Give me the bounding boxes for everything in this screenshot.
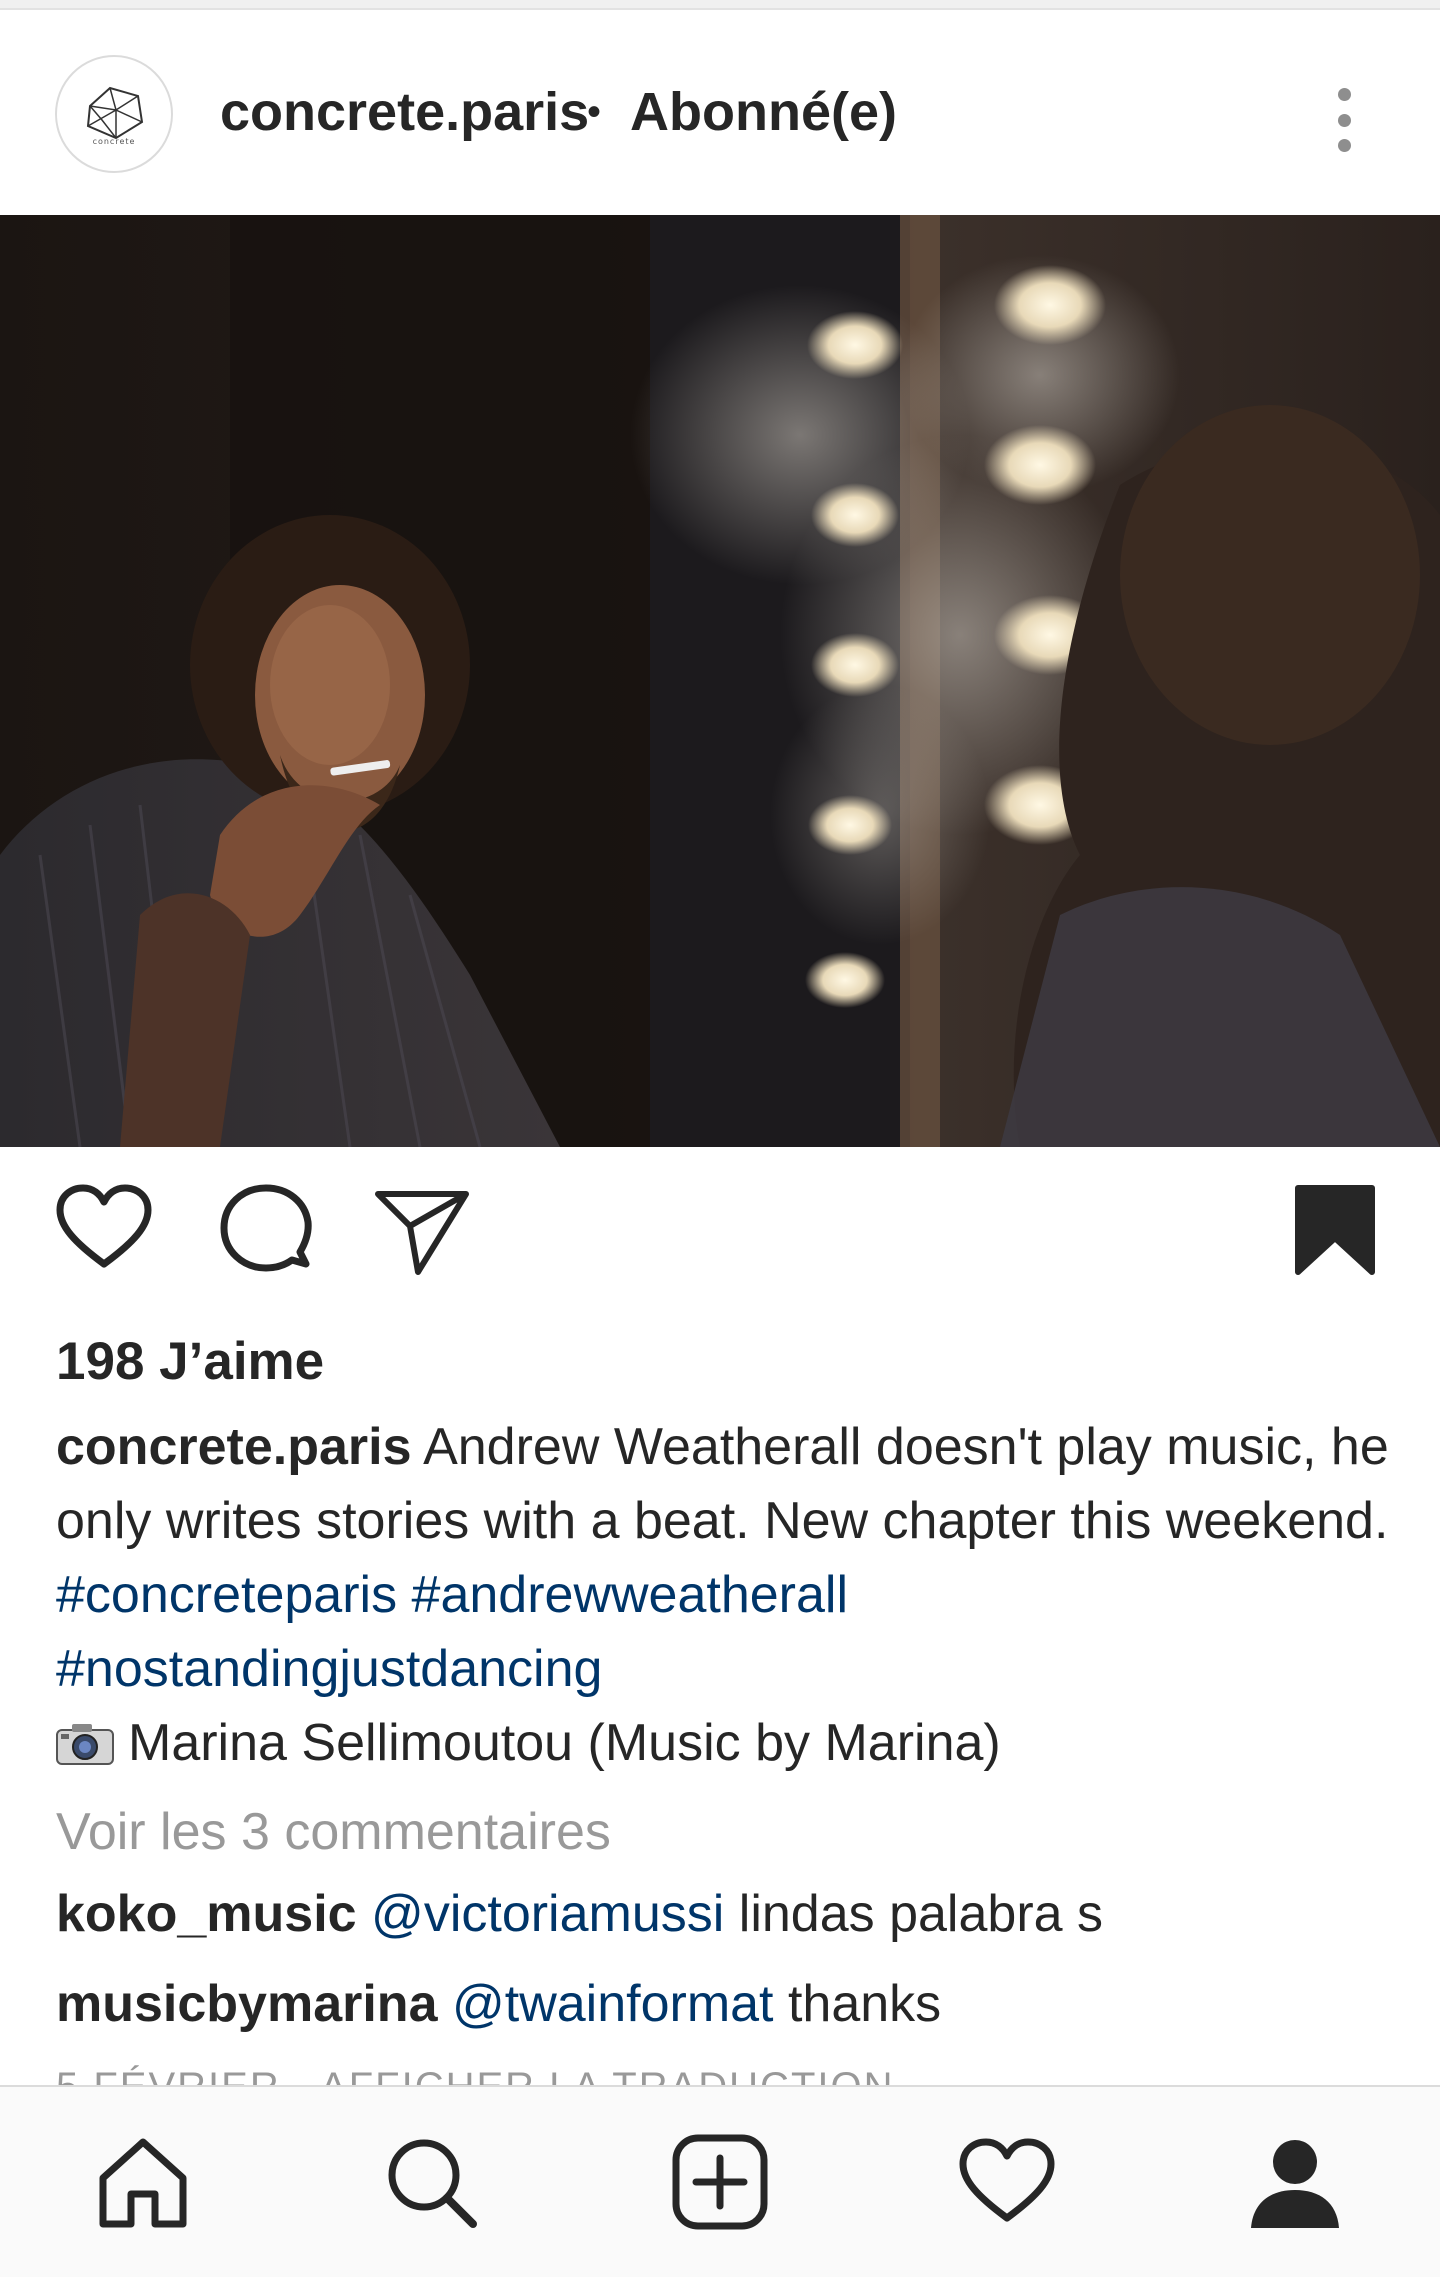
add-icon bbox=[672, 2134, 768, 2230]
comment-mention[interactable]: @victoriamussi bbox=[371, 1885, 724, 1943]
post-actions bbox=[0, 1180, 1440, 1300]
post-username[interactable]: concrete.paris bbox=[220, 80, 589, 144]
bottom-navigation bbox=[0, 2085, 1440, 2277]
caption-username[interactable]: concrete.paris bbox=[56, 1418, 412, 1476]
hashtag[interactable]: #concreteparis bbox=[56, 1566, 397, 1624]
bookmark-icon[interactable] bbox=[1288, 1180, 1382, 1280]
search-icon bbox=[388, 2139, 477, 2228]
status-bar-edge bbox=[0, 0, 1440, 10]
view-all-comments-link[interactable]: Voir les 3 commentaires bbox=[56, 1800, 611, 1864]
activity-heart-icon bbox=[959, 2138, 1055, 2222]
comment-username[interactable]: musicbymarina bbox=[56, 1975, 438, 2033]
comment-text: lindas palabra s bbox=[724, 1885, 1104, 1943]
comment-item: koko_music @victoriamussi lindas palabra… bbox=[56, 1882, 1103, 1946]
header-separator: • bbox=[587, 90, 602, 134]
concrete-logo-icon bbox=[86, 86, 144, 140]
like-count[interactable]: 198 J’aime bbox=[56, 1330, 324, 1394]
comment-username[interactable]: koko_music bbox=[56, 1885, 357, 1943]
comment-item: musicbymarina @twainformat thanks bbox=[56, 1972, 941, 2036]
send-icon[interactable] bbox=[372, 1180, 472, 1280]
photo-credit: Marina Sellimoutou (Music by Marina) bbox=[128, 1714, 1001, 1772]
comment-text: thanks bbox=[773, 1975, 942, 2033]
nav-profile[interactable] bbox=[1240, 2127, 1350, 2237]
avatar-logo-text: concrete bbox=[92, 137, 136, 146]
profile-icon bbox=[1251, 2140, 1339, 2228]
more-options-button[interactable] bbox=[1316, 80, 1372, 160]
more-vertical-icon bbox=[1337, 88, 1351, 101]
nav-activity[interactable] bbox=[952, 2127, 1062, 2237]
follow-status[interactable]: Abonné(e) bbox=[630, 80, 897, 144]
hashtag[interactable]: #andrewweatherall bbox=[412, 1566, 849, 1624]
post-header: concrete concrete.paris • Abonné(e) bbox=[0, 10, 1440, 214]
nav-add[interactable] bbox=[665, 2127, 775, 2237]
camera-icon bbox=[56, 1724, 114, 1765]
avatar[interactable]: concrete bbox=[55, 55, 173, 173]
post-photo[interactable] bbox=[0, 215, 1440, 1147]
post-caption: concrete.paris Andrew Weatherall doesn't… bbox=[56, 1410, 1396, 1780]
comment-mention[interactable]: @twainformat bbox=[452, 1975, 774, 2033]
home-icon bbox=[99, 2138, 187, 2228]
photo-image bbox=[0, 215, 1440, 1147]
nav-home[interactable] bbox=[88, 2127, 198, 2237]
comment-icon[interactable] bbox=[216, 1180, 316, 1280]
hashtag[interactable]: #nostandingjustdancing bbox=[56, 1640, 602, 1698]
heart-icon[interactable] bbox=[54, 1180, 154, 1280]
nav-search[interactable] bbox=[376, 2127, 486, 2237]
